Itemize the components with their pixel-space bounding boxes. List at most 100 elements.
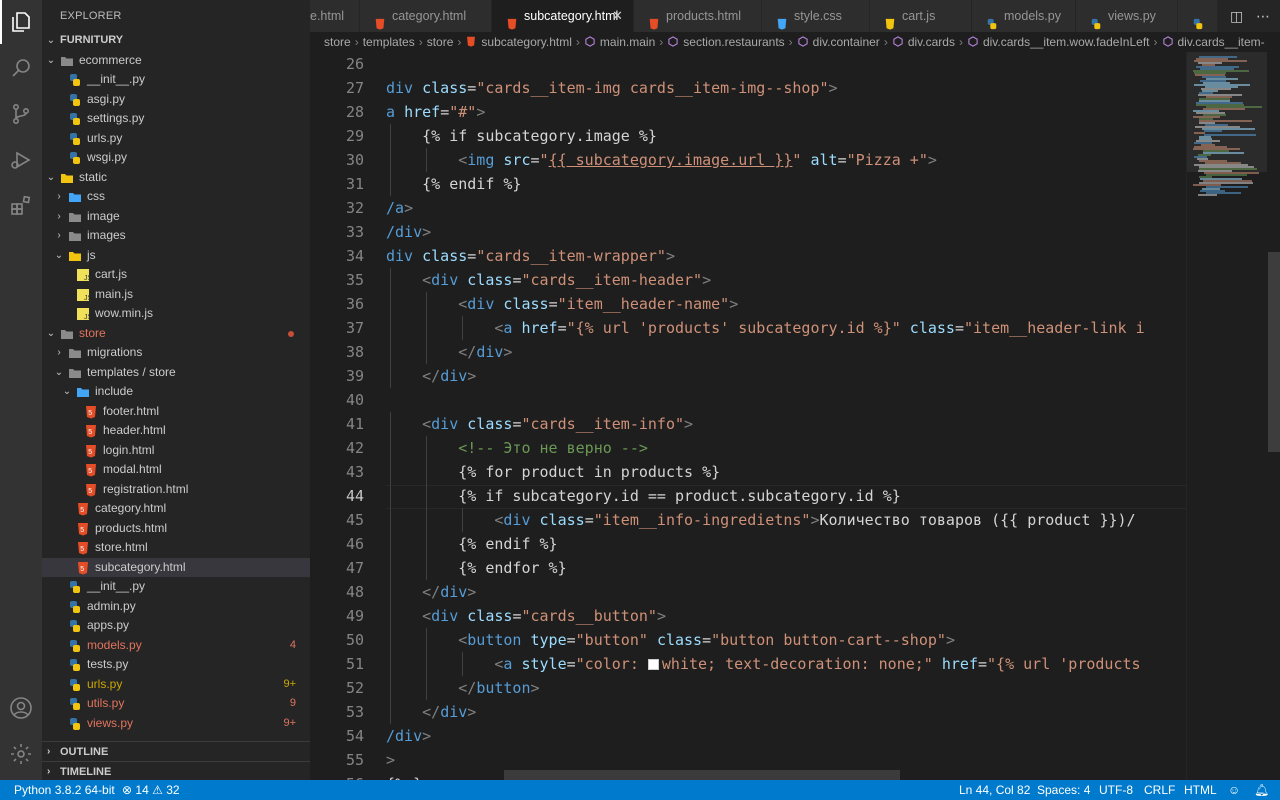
tree-item[interactable]: › css [42,187,310,207]
tree-item[interactable]: JS cart.js [42,265,310,285]
tree-item[interactable]: 5 footer.html [42,402,310,422]
root-folder[interactable]: ⌄ FURNITURY [42,31,310,51]
code-line[interactable]: div class="cards__item-wrapper"> [386,247,675,265]
split-editor-icon[interactable]: ◫ [1230,8,1243,25]
code-line[interactable]: <a href="{% url 'products' subcategory.i… [386,319,1144,337]
code-line[interactable]: {% if subcategory.image %} [386,127,657,145]
code-line[interactable]: /div> [386,727,431,745]
code-line[interactable]: {% endif %} [386,175,521,193]
indentation[interactable]: Spaces: 4 [1037,780,1090,800]
code-line[interactable]: </button> [386,679,539,697]
editor-tab[interactable] [1178,0,1218,32]
python-interpreter[interactable]: Python 3.8.2 64-bit [14,780,115,800]
breadcrumb-item[interactable]: section.restaurants [683,35,784,49]
tree-item[interactable]: JS wow.min.js [42,304,310,324]
tree-item[interactable]: __init__.py [42,70,310,90]
tree-item[interactable]: tests.py [42,655,310,675]
tree-item[interactable]: views.py 9+ [42,714,310,734]
breadcrumb-item[interactable]: main.main [600,35,655,49]
tree-item[interactable]: › image [42,207,310,227]
code-line[interactable]: {% if subcategory.id == product.subcateg… [386,487,901,505]
code-line[interactable]: > [386,751,395,769]
code-line[interactable]: {% for product in products %} [386,463,720,481]
code-line[interactable]: {% endif %} [386,535,557,553]
editor-tab[interactable]: e.html [310,0,360,32]
code-line[interactable]: </div> [386,367,476,385]
code-line[interactable]: <img src="{{ subcategory.image.url }}" a… [386,151,937,169]
problems-indicator[interactable]: ⊗ 14 ⚠ 32 [122,780,180,800]
tree-item[interactable]: 5 registration.html [42,480,310,500]
code-line[interactable]: /a> [386,199,413,217]
tree-item[interactable]: utils.py 9 [42,694,310,714]
notifications-bell-icon[interactable]: 🔔︎ [1254,780,1269,800]
tree-item[interactable]: models.py 4 [42,636,310,656]
tree-item[interactable]: ⌄ include [42,382,310,402]
code-line[interactable]: <a style="color: white; text-decoration:… [386,655,1140,673]
minimap[interactable] [1186,52,1280,780]
extensions-icon[interactable] [0,184,42,228]
language-mode[interactable]: HTML [1184,780,1217,800]
horizontal-scrollbar[interactable] [504,770,900,780]
tree-item[interactable]: wsgi.py [42,148,310,168]
timeline-section[interactable]: › TIMELINE [42,761,310,781]
code-line[interactable]: <div class="cards__item-info"> [386,415,693,433]
editor-tab[interactable]: views.py [1076,0,1178,32]
editor-tab[interactable]: models.py [972,0,1076,32]
more-actions-icon[interactable]: ⋯ [1256,8,1270,25]
code-line[interactable]: <div class="cards__item-header"> [386,271,711,289]
breadcrumb-item[interactable]: store [427,35,454,49]
tree-item[interactable]: › images [42,226,310,246]
breadcrumb-item[interactable]: store [324,35,351,49]
close-icon[interactable]: ✕ [612,0,623,32]
tree-item[interactable]: › migrations [42,343,310,363]
tree-item[interactable]: admin.py [42,597,310,617]
code-line[interactable]: {% endfor %} [386,559,566,577]
breadcrumb-item[interactable]: subcategory.html [481,35,572,49]
search-icon[interactable] [0,46,42,90]
editor-tab[interactable]: subcategory.html ✕ [492,0,634,32]
breadcrumb-item[interactable]: div.cards__item- [1178,35,1265,49]
editor-tab[interactable]: style.css [762,0,870,32]
breadcrumb-item[interactable]: div.cards [908,35,955,49]
code-line[interactable]: </div> [386,703,476,721]
tree-item[interactable]: 5 login.html [42,441,310,461]
code-line[interactable]: div class="cards__item-img cards__item-i… [386,79,838,97]
editor-tab[interactable]: cart.js [870,0,972,32]
breadcrumb-item[interactable]: templates [363,35,415,49]
code-line[interactable]: /div> [386,223,431,241]
tree-item[interactable]: __init__.py [42,577,310,597]
outline-section[interactable]: › OUTLINE [42,741,310,761]
settings-gear-icon[interactable] [0,732,42,776]
code-line[interactable]: a href="#"> [386,103,485,121]
code-line[interactable]: <div class="cards__button"> [386,607,666,625]
code-line[interactable]: <button type="button" class="button butt… [386,631,955,649]
tree-item[interactable]: ⌄ store [42,324,310,344]
tree-item[interactable]: 5 subcategory.html [42,557,310,577]
cursor-position[interactable]: Ln 44, Col 82 [959,780,1030,800]
breadcrumb-item[interactable]: div.cards__item.wow.fadeInLeft [983,35,1150,49]
tree-item[interactable]: apps.py [42,616,310,636]
code-line[interactable]: <div class="item__info-ingredietns">Коли… [386,511,1135,529]
tree-item[interactable]: urls.py 9+ [42,675,310,695]
feedback-icon[interactable]: ☺ [1228,780,1240,800]
line-ending[interactable]: CRLF [1144,780,1175,800]
tree-item[interactable]: settings.py [42,109,310,129]
editor-tab[interactable]: products.html [634,0,762,32]
tree-item[interactable]: 5 products.html [42,519,310,539]
editor-tab[interactable]: category.html [360,0,492,32]
code-line[interactable]: <div class="item__header-name"> [386,295,738,313]
source-control-icon[interactable] [0,92,42,136]
code-line[interactable]: </div> [386,583,476,601]
tree-item[interactable]: 5 store.html [42,538,310,558]
tree-item[interactable]: ⌄ js [42,246,310,266]
code-line[interactable]: <!-- Это не верно --> [386,439,648,457]
tree-item[interactable]: urls.py [42,129,310,149]
tree-item[interactable]: 5 modal.html [42,460,310,480]
tree-item[interactable]: ⌄ ecommerce [42,51,310,71]
vertical-scrollbar[interactable] [1268,252,1280,452]
run-debug-icon[interactable] [0,138,42,182]
tree-item[interactable]: asgi.py [42,90,310,110]
tree-item[interactable]: ⌄ static [42,168,310,188]
tree-item[interactable]: 5 header.html [42,421,310,441]
encoding[interactable]: UTF-8 [1099,780,1133,800]
